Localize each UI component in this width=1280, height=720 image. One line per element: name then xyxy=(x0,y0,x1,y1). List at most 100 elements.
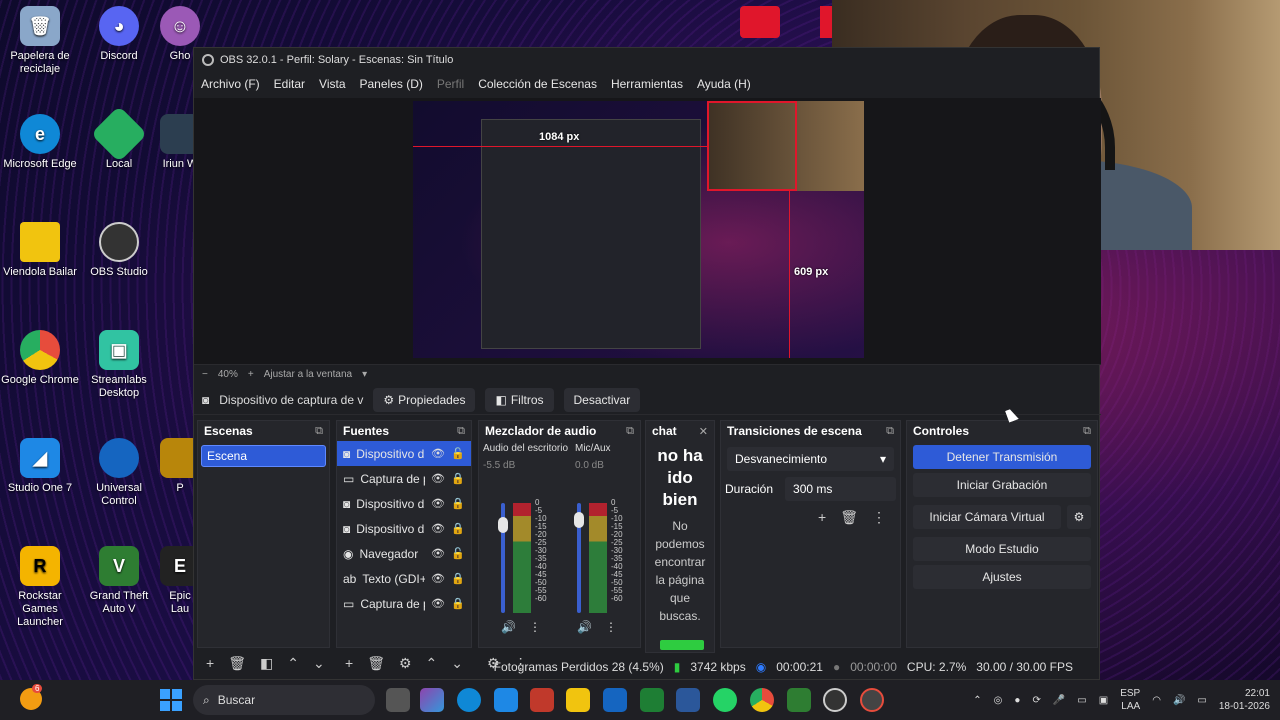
sync-icon[interactable]: ⟳ xyxy=(1032,695,1040,706)
clipboard-icon[interactable]: ▣ xyxy=(1099,695,1108,706)
undock-icon[interactable]: ⧉ xyxy=(626,425,634,438)
chrome-taskbar-icon[interactable] xyxy=(750,688,774,712)
copilot-icon[interactable] xyxy=(420,688,444,712)
battery-icon[interactable]: ▭ xyxy=(1197,695,1206,706)
source-row[interactable]: ◉ Navegador 👁 🔓 xyxy=(337,541,471,566)
menu-coleccion-escenas[interactable]: Colección de Escenas xyxy=(478,77,597,91)
studio-one-shortcut[interactable]: ◢ Studio One 7 xyxy=(0,438,80,495)
preview-canvas[interactable]: 1084 px 609 px xyxy=(413,101,864,358)
excel-icon[interactable] xyxy=(640,688,664,712)
menu-perfil[interactable]: Perfil xyxy=(437,77,464,91)
duration-input[interactable]: 300 ms xyxy=(785,477,896,501)
lock-icon[interactable]: 🔒 xyxy=(451,472,465,485)
chevron-up-icon[interactable]: ⌃ xyxy=(973,695,981,706)
add-transition-icon[interactable]: + xyxy=(818,509,826,526)
gta-taskbar-icon[interactable] xyxy=(787,688,811,712)
chevron-down-icon[interactable]: ▾ xyxy=(362,369,367,380)
task-view-icon[interactable] xyxy=(386,688,410,712)
menu-editar[interactable]: Editar xyxy=(274,77,305,91)
language-indicator[interactable]: ESP LAA xyxy=(1120,687,1140,713)
deactivate-button[interactable]: Desactivar xyxy=(563,387,641,412)
whatsapp-icon[interactable] xyxy=(713,688,737,712)
edge-shortcut[interactable]: e Microsoft Edge xyxy=(0,114,80,171)
start-virtual-cam-button[interactable]: Iniciar Cámara Virtual xyxy=(913,505,1061,529)
more-vertical-icon[interactable]: ⋮ xyxy=(529,620,541,634)
local-shortcut[interactable]: Local xyxy=(79,105,159,171)
gta-shortcut[interactable]: V Grand Theft Auto V xyxy=(79,546,159,616)
start-recording-button[interactable]: Iniciar Grabación xyxy=(913,473,1091,497)
lock-icon[interactable]: 🔒 xyxy=(451,572,465,585)
store-icon[interactable] xyxy=(494,688,518,712)
fader-knob[interactable] xyxy=(498,517,508,533)
microphone-icon[interactable]: 🎤 xyxy=(1053,695,1065,706)
visibility-eye-icon[interactable]: 👁 xyxy=(431,522,445,535)
universal-control-shortcut[interactable]: Universal Control xyxy=(79,438,159,508)
more-vertical-icon[interactable]: ⋮ xyxy=(605,620,617,634)
streamlabs-shortcut[interactable]: ▣ Streamlabs Desktop xyxy=(79,330,159,400)
antivirus-icon[interactable] xyxy=(530,688,554,712)
speaker-icon[interactable]: 🔊 xyxy=(501,620,516,634)
red-app-partial-icon[interactable] xyxy=(820,6,832,38)
wifi-icon[interactable]: ◠ xyxy=(1152,695,1161,706)
more-vertical-icon[interactable]: ⋮ xyxy=(872,509,886,526)
undock-icon[interactable]: ⧉ xyxy=(457,425,465,438)
menu-archivo[interactable]: Archivo (F) xyxy=(201,77,260,91)
taskbar-search[interactable]: ⌕ Buscar xyxy=(193,685,375,715)
obs-taskbar-icon[interactable] xyxy=(823,688,847,712)
menu-paneles[interactable]: Paneles (D) xyxy=(360,77,423,91)
visibility-eye-icon[interactable]: 👁 xyxy=(431,572,445,585)
visibility-eye-icon[interactable]: 👁 xyxy=(431,547,445,560)
edge-taskbar-icon[interactable] xyxy=(457,688,481,712)
menu-ayuda[interactable]: Ayuda (H) xyxy=(697,77,751,91)
source-row[interactable]: ab Texto (GDI+) 👁 🔒 xyxy=(337,566,471,591)
scene-item[interactable]: Escena xyxy=(201,445,326,467)
rockstar-shortcut[interactable]: R Rockstar Games Launcher xyxy=(0,546,80,629)
red-app-icon[interactable] xyxy=(740,6,780,38)
lock-icon[interactable]: 🔒 xyxy=(451,597,465,610)
lock-icon[interactable]: 🔒 xyxy=(451,522,465,535)
close-icon[interactable]: ✕ xyxy=(699,425,708,438)
fader-knob[interactable] xyxy=(574,511,584,528)
source-row[interactable]: ◙ Dispositivo d 👁 🔒 xyxy=(337,516,471,541)
speaker-icon[interactable]: 🔊 xyxy=(577,620,592,634)
zoom-out-button[interactable]: − xyxy=(202,369,208,380)
lock-icon[interactable]: 🔓 xyxy=(451,547,465,560)
visibility-eye-icon[interactable]: 👁 xyxy=(431,497,445,510)
obs-tray-icon[interactable]: ● xyxy=(1014,695,1020,706)
start-button[interactable] xyxy=(160,689,182,711)
chrome-shortcut[interactable]: Google Chrome xyxy=(0,330,80,387)
stop-stream-button[interactable]: Detener Transmisión xyxy=(913,445,1091,469)
source-row[interactable]: ◙ Dispositivo d 👁 🔒 xyxy=(337,491,471,516)
visibility-eye-icon[interactable]: 👁 xyxy=(431,447,445,460)
menu-herramientas[interactable]: Herramientas xyxy=(611,77,683,91)
obs-shortcut[interactable]: OBS Studio xyxy=(79,222,159,279)
recycle-bin-shortcut[interactable]: 🗑 Papelera de reciclaje xyxy=(0,6,80,76)
undock-icon[interactable]: ⧉ xyxy=(315,425,323,438)
filters-button[interactable]: ◧ Filtros xyxy=(485,387,554,412)
visibility-eye-icon[interactable]: 👁 xyxy=(431,472,445,485)
clock[interactable]: 22:01 18-01-2026 xyxy=(1219,687,1270,713)
source-row[interactable]: ▭ Captura de p 👁 🔒 xyxy=(337,466,471,491)
outlook-icon[interactable] xyxy=(603,688,627,712)
zoom-in-button[interactable]: + xyxy=(248,369,254,380)
menu-vista[interactable]: Vista xyxy=(319,77,345,91)
file-explorer-icon[interactable] xyxy=(566,688,590,712)
undock-icon[interactable]: ⧉ xyxy=(1083,425,1091,438)
visibility-eye-icon[interactable]: 👁 xyxy=(431,597,445,610)
tray-app-icon[interactable]: ◎ xyxy=(994,695,1003,706)
lock-icon[interactable]: 🔒 xyxy=(451,497,465,510)
chat-green-button[interactable] xyxy=(660,640,704,650)
preview-area[interactable]: 1084 px 609 px xyxy=(194,98,1101,364)
zoom-fit-select[interactable]: Ajustar a la ventana xyxy=(264,369,352,380)
folder-shortcut[interactable]: Viendola Bailar xyxy=(0,222,80,279)
studio-mode-button[interactable]: Modo Estudio xyxy=(913,537,1091,561)
delete-transition-icon[interactable]: 🗑 xyxy=(840,509,858,526)
selection-box[interactable] xyxy=(707,101,797,191)
discord-shortcut[interactable]: ◕ Discord xyxy=(79,6,159,63)
obs-recording-taskbar-icon[interactable] xyxy=(860,688,884,712)
volume-icon[interactable]: 🔊 xyxy=(1173,695,1185,706)
lock-icon[interactable]: 🔓 xyxy=(451,447,465,460)
virtual-cam-gear-icon[interactable]: ⚙ xyxy=(1067,505,1091,529)
properties-button[interactable]: ⚙ Propiedades xyxy=(373,387,476,412)
word-icon[interactable] xyxy=(676,688,700,712)
